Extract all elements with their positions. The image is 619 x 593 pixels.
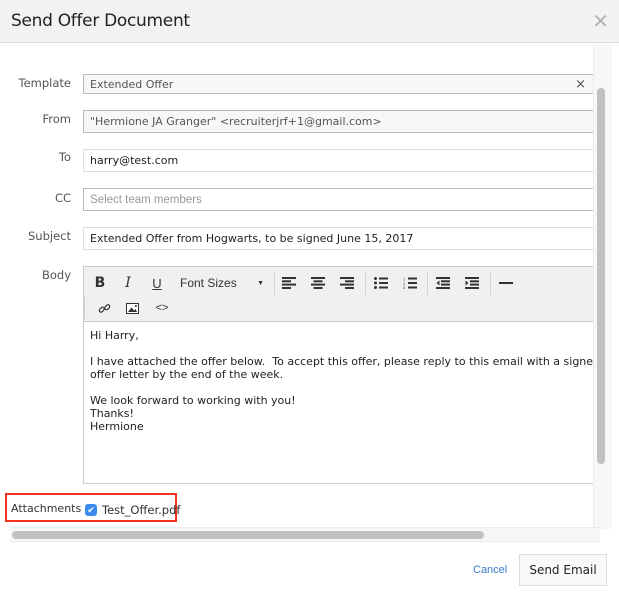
cc-placeholder: Select team members [90,193,202,206]
numbered-list-icon[interactable]: 123 [402,273,418,293]
from-label: From [42,112,72,126]
link-icon[interactable] [96,298,112,318]
toolbar-divider [84,297,85,319]
font-sizes-label: Font Sizes [180,276,237,290]
modal-title: Send Offer Document [11,11,190,31]
attachment-checkbox[interactable]: ✔ [85,504,97,516]
template-label: Template [18,76,71,90]
toolbar-divider [274,271,275,295]
subject-field[interactable]: Extended Offer from Hogwarts, to be sign… [83,227,594,250]
vertical-scrollbar-thumb[interactable] [597,88,605,464]
code-icon[interactable]: <> [154,298,170,318]
outdent-icon[interactable] [435,273,451,293]
align-left-icon[interactable] [281,273,297,293]
attachment-filename[interactable]: Test_Offer.pdf [102,503,180,517]
to-field[interactable]: harry@test.com [83,149,594,172]
toolbar-divider [365,271,366,295]
toolbar-divider [490,271,491,295]
subject-value: Extended Offer from Hogwarts, to be sign… [90,232,414,245]
align-center-icon[interactable] [310,273,326,293]
clear-template-icon[interactable]: × [575,77,586,92]
to-value: harry@test.com [90,154,179,167]
underline-button[interactable]: U [149,273,165,293]
italic-button[interactable]: I [120,273,136,293]
svg-text:3: 3 [403,285,406,289]
template-value: Extended Offer [90,77,174,91]
cancel-button[interactable]: Cancel [473,564,507,576]
modal-header: Send Offer Document ✕ [0,0,619,43]
horizontal-scrollbar-thumb[interactable] [12,531,484,539]
subject-label: Subject [28,229,71,243]
body-editor: B I U Font Sizes ▼ 123 <> Hi Harry, I ha… [83,266,594,484]
cc-field[interactable]: Select team members [83,188,594,211]
bullet-list-icon[interactable] [373,273,389,293]
close-icon[interactable]: ✕ [592,9,609,33]
horizontal-rule-icon[interactable] [498,273,514,293]
font-sizes-dropdown[interactable]: Font Sizes ▼ [180,273,268,293]
checkmark-icon: ✔ [87,505,95,515]
image-icon[interactable] [124,298,140,318]
toolbar-divider [427,271,428,295]
attachments-label: Attachments [11,502,82,515]
body-label: Body [41,268,71,282]
body-content[interactable]: Hi Harry, I have attached the offer belo… [90,329,593,433]
bold-button[interactable]: B [92,273,108,293]
template-select[interactable]: Extended Offer × [83,74,594,94]
caret-down-icon: ▼ [257,279,264,287]
editor-toolbar: B I U Font Sizes ▼ 123 <> [84,267,593,322]
cc-label: CC [54,191,71,205]
send-email-button[interactable]: Send Email [519,554,607,586]
to-label: To [58,150,71,164]
from-field[interactable]: "Hermione JA Granger" <recruiterjrf+1@gm… [83,110,594,133]
indent-icon[interactable] [464,273,480,293]
align-right-icon[interactable] [339,273,355,293]
from-value: "Hermione JA Granger" <recruiterjrf+1@gm… [90,115,382,128]
